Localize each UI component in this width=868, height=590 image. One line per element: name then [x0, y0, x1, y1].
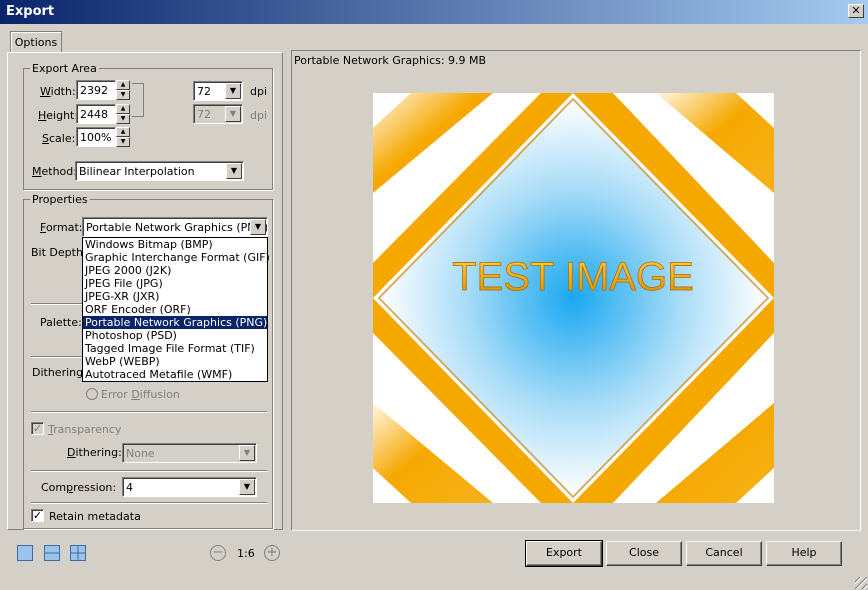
dpi-unit-label: dpi — [250, 85, 268, 98]
dithering-label: Dithering: — [32, 366, 87, 379]
format-option[interactable]: JPEG File (JPG) — [83, 277, 267, 290]
width-label: Width: — [40, 85, 76, 98]
chevron-down-icon[interactable]: ▼ — [250, 219, 266, 235]
format-option[interactable]: Photoshop (PSD) — [83, 329, 267, 342]
compression-select[interactable]: 4 ▼ — [122, 477, 257, 497]
compression-label: Compression: — [41, 481, 117, 494]
close-icon[interactable]: ✕ — [848, 4, 864, 18]
width-spinner[interactable]: ▲ ▼ — [116, 80, 130, 100]
split-horizontal-icon[interactable] — [44, 545, 60, 561]
export-button[interactable]: Export — [525, 540, 603, 567]
transparency-label: Transparency — [48, 423, 122, 436]
export-area-title: Export Area — [30, 62, 99, 75]
transparency-dithering-label: Dithering: — [67, 446, 122, 459]
preview-image: TEST IMAGE — [373, 93, 774, 503]
format-option[interactable]: JPEG 2000 (J2K) — [83, 264, 267, 277]
divider — [31, 411, 267, 413]
zoom-level: 1:6 — [237, 547, 255, 560]
format-option[interactable]: WebP (WEBP) — [83, 355, 267, 368]
chevron-down-icon[interactable]: ▼ — [239, 479, 255, 495]
format-label: Format: — [40, 221, 83, 234]
height-label: Height: — [38, 109, 79, 122]
chevron-down-icon: ▼ — [225, 106, 241, 122]
method-select[interactable]: Bilinear Interpolation ▼ — [75, 161, 244, 181]
format-option[interactable]: ORF Encoder (ORF) — [83, 303, 267, 316]
single-view-icon[interactable] — [17, 545, 33, 561]
chevron-down-icon[interactable]: ▼ — [226, 163, 242, 179]
format-option[interactable]: Graphic Interchange Format (GIF) — [83, 251, 270, 264]
resize-grip-icon[interactable] — [855, 577, 867, 589]
format-option[interactable]: Autotraced Metafile (WMF) — [83, 368, 267, 381]
width-input[interactable]: 2392 — [76, 80, 116, 100]
transparency-checkbox[interactable]: ✓ — [31, 422, 44, 435]
image-caption: TEST IMAGE — [452, 255, 694, 299]
scale-input[interactable]: 100% — [76, 127, 116, 147]
palette-label: Palette: — [40, 316, 82, 329]
height-spinner[interactable]: ▲ ▼ — [116, 104, 130, 124]
bit-depth-label: Bit Depth: — [31, 246, 87, 259]
dpi-vertical-select: 72 ▼ — [193, 104, 243, 124]
spin-up-icon[interactable]: ▲ — [116, 127, 130, 137]
scale-label: Scale: — [42, 132, 76, 145]
retain-metadata-checkbox[interactable]: ✓ — [31, 509, 44, 522]
error-diffusion-radio[interactable] — [86, 388, 98, 400]
divider — [31, 502, 267, 504]
tab-options[interactable]: Options — [10, 31, 62, 53]
height-input[interactable]: 2448 — [76, 104, 116, 124]
error-diffusion-label: Error Diffusion — [101, 388, 180, 401]
dpi-horizontal-select[interactable]: 72 ▼ — [193, 81, 243, 101]
close-button[interactable]: Close — [606, 541, 682, 566]
format-select[interactable]: Portable Network Graphics (PNG) ▼ — [82, 217, 268, 237]
spin-up-icon[interactable]: ▲ — [116, 80, 130, 90]
quad-view-icon[interactable] — [70, 545, 86, 561]
zoom-out-icon[interactable]: − — [210, 545, 226, 561]
chevron-down-icon: ▼ — [239, 445, 255, 461]
format-option[interactable]: JPEG-XR (JXR) — [83, 290, 267, 303]
window-title: Export — [6, 4, 55, 19]
retain-metadata-label: Retain metadata — [49, 510, 141, 523]
link-chain-icon[interactable] — [132, 83, 144, 117]
help-button[interactable]: Help — [766, 541, 842, 566]
spin-down-icon[interactable]: ▼ — [116, 137, 130, 147]
format-option[interactable]: Portable Network Graphics (PNG) — [83, 316, 267, 329]
spin-up-icon[interactable]: ▲ — [116, 104, 130, 114]
spin-down-icon[interactable]: ▼ — [116, 90, 130, 100]
scale-spinner[interactable]: ▲ ▼ — [116, 127, 130, 147]
test-image-graphic: TEST IMAGE — [373, 93, 774, 503]
chevron-down-icon[interactable]: ▼ — [225, 83, 241, 99]
preview-info: Portable Network Graphics: 9.9 MB — [294, 54, 487, 67]
format-option[interactable]: Windows Bitmap (BMP) — [83, 238, 267, 251]
properties-title: Properties — [30, 193, 90, 206]
zoom-in-icon[interactable]: + — [264, 545, 280, 561]
title-bar: Export ✕ — [0, 0, 868, 24]
divider — [31, 470, 267, 472]
transparency-dithering-select: None ▼ — [122, 443, 257, 463]
spin-down-icon[interactable]: ▼ — [116, 114, 130, 124]
cancel-button[interactable]: Cancel — [686, 541, 762, 566]
format-dropdown-list[interactable]: Windows Bitmap (BMP) Graphic Interchange … — [82, 237, 270, 382]
method-label: Method: — [32, 165, 77, 178]
dpi-unit-label-disabled: dpi — [250, 109, 268, 122]
format-option[interactable]: Tagged Image File Format (TIF) — [83, 342, 267, 355]
